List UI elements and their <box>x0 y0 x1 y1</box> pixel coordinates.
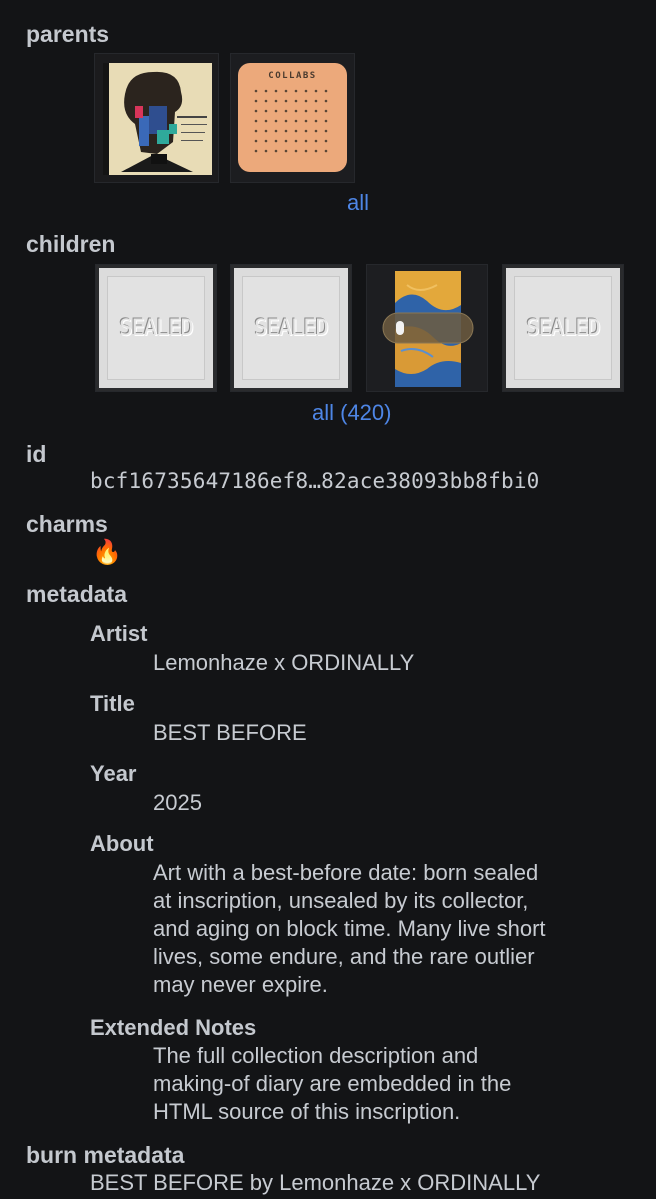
burn-metadata-value: BEST BEFORE by Lemonhaze x ORDINALLY <box>90 1170 541 1195</box>
sealed-art: SEALED <box>506 268 620 388</box>
artist-label: Artist <box>90 621 148 646</box>
child-thumbnail-2[interactable]: SEALED <box>230 264 352 392</box>
portrait-art-image <box>95 54 218 182</box>
title-value: BEST BEFORE <box>153 720 307 745</box>
about-value: Art with a best-before date: born sealed… <box>153 859 623 999</box>
about-line: may never expire. <box>153 972 328 997</box>
id-heading: id <box>26 441 47 467</box>
charms-heading: charms <box>26 511 108 537</box>
children-heading: children <box>26 231 116 257</box>
notes-line: making-of diary are embedded in the <box>153 1071 512 1096</box>
notes-line: HTML source of this inscription. <box>153 1099 461 1124</box>
child-thumbnail-1[interactable]: SEALED <box>95 264 217 392</box>
collabs-card: COLLABS <box>238 63 347 172</box>
sealed-art: SEALED <box>99 268 213 388</box>
collabs-dot-grid <box>254 89 328 153</box>
about-line: Art with a best-before date: born sealed <box>153 860 539 885</box>
about-line: and aging on block time. Many live short <box>153 916 546 941</box>
parent-thumbnail-collabs[interactable]: COLLABS <box>230 53 355 183</box>
parents-heading: parents <box>26 21 110 47</box>
burn-metadata-heading: burn metadata <box>26 1142 185 1168</box>
unsealed-art-image <box>367 265 487 391</box>
sealed-art: SEALED <box>234 268 348 388</box>
children-all-link[interactable]: all (420) <box>312 399 391 427</box>
year-value: 2025 <box>153 790 202 815</box>
extended-notes-label: Extended Notes <box>90 1015 257 1040</box>
title-label: Title <box>90 691 135 716</box>
about-line: lives, some endure, and the rare outlier <box>153 944 535 969</box>
child-thumbnail-3[interactable] <box>366 264 488 392</box>
sealed-label: SEALED <box>254 315 328 341</box>
extended-notes-value: The full collection description and maki… <box>153 1042 623 1126</box>
artist-value: Lemonhaze x ORDINALLY <box>153 650 415 675</box>
sealed-label: SEALED <box>119 315 193 341</box>
about-line: at inscription, unsealed by its collecto… <box>153 888 529 913</box>
parents-all-link[interactable]: all <box>347 189 369 217</box>
about-label: About <box>90 831 154 856</box>
notes-line: The full collection description and <box>153 1043 479 1068</box>
sealed-label: SEALED <box>526 315 600 341</box>
year-label: Year <box>90 761 137 786</box>
fire-charm-icon: 🔥 <box>92 539 122 566</box>
collabs-label: COLLABS <box>268 71 317 81</box>
metadata-heading: metadata <box>26 581 127 607</box>
parent-thumbnail-portrait[interactable] <box>94 53 219 183</box>
inscription-id: bcf16735647186ef8…82ace38093bb8fbi0 <box>90 469 540 493</box>
child-thumbnail-4[interactable]: SEALED <box>502 264 624 392</box>
